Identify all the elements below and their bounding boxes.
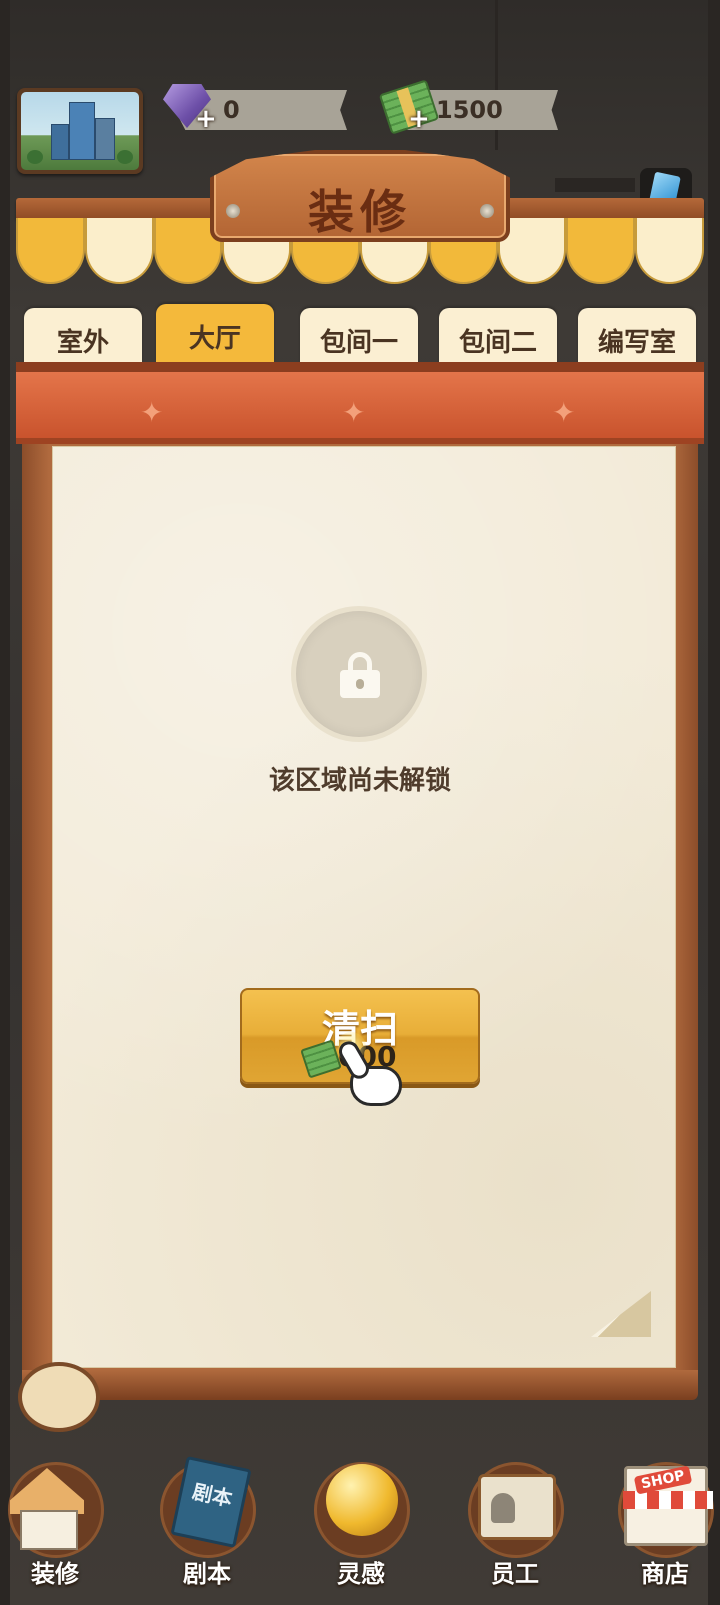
tab-writing-room[interactable]: 编写室 — [578, 308, 696, 366]
nav-inspiration[interactable]: 灵感 — [306, 1462, 416, 1602]
nav-renovate[interactable]: 装修 — [0, 1462, 110, 1602]
add-gems-icon[interactable]: + — [195, 104, 217, 134]
cash-count: 1500 — [436, 96, 503, 124]
lock-icon — [340, 652, 380, 698]
panel-header: ✦ ✦ ✦ — [16, 362, 704, 444]
background-edge-left — [0, 0, 10, 1605]
tab-private-room-2[interactable]: 包间二 — [439, 308, 557, 366]
gem-count: 0 — [223, 96, 240, 124]
panel-frame-bottom — [22, 1370, 698, 1400]
nav-label: 商店 — [641, 1560, 689, 1588]
paper-fold — [591, 1291, 651, 1337]
tab-lobby[interactable]: 大厅 — [156, 304, 274, 362]
building-thumbnail — [21, 92, 139, 170]
screw-icon — [480, 204, 494, 218]
nav-staff[interactable]: 员工 — [460, 1462, 570, 1602]
background-desk — [555, 178, 635, 192]
nav-label: 灵感 — [337, 1560, 385, 1588]
location-avatar[interactable] — [17, 88, 143, 174]
tab-outdoor[interactable]: 室外 — [24, 308, 142, 366]
tutorial-hand-pointer-icon — [335, 1032, 408, 1110]
staff-badge-icon — [478, 1474, 556, 1540]
page-title: 装修 — [308, 185, 412, 239]
lightbulb-icon — [326, 1464, 398, 1536]
shop-icon: SHOP — [623, 1465, 713, 1546]
title-sign: 装修 — [210, 150, 510, 242]
screw-icon — [226, 204, 240, 218]
nav-label: 剧本 — [183, 1560, 231, 1588]
background-edge-right — [708, 0, 720, 1605]
scene-button[interactable] — [18, 1362, 100, 1432]
star-decoration-icon: ✦ — [342, 396, 366, 429]
add-cash-icon[interactable]: + — [408, 104, 430, 134]
nav-label: 装修 — [31, 1560, 79, 1588]
nav-label: 员工 — [491, 1560, 539, 1588]
tab-private-room-1[interactable]: 包间一 — [300, 308, 418, 366]
panel-paper — [52, 446, 676, 1368]
locked-message: 该区域尚未解锁 — [268, 766, 451, 796]
nav-shop[interactable]: SHOP 商店 — [610, 1462, 720, 1602]
nav-script[interactable]: 剧本 剧本 — [152, 1456, 262, 1602]
star-decoration-icon: ✦ — [140, 396, 164, 429]
star-decoration-icon: ✦ — [552, 396, 576, 429]
